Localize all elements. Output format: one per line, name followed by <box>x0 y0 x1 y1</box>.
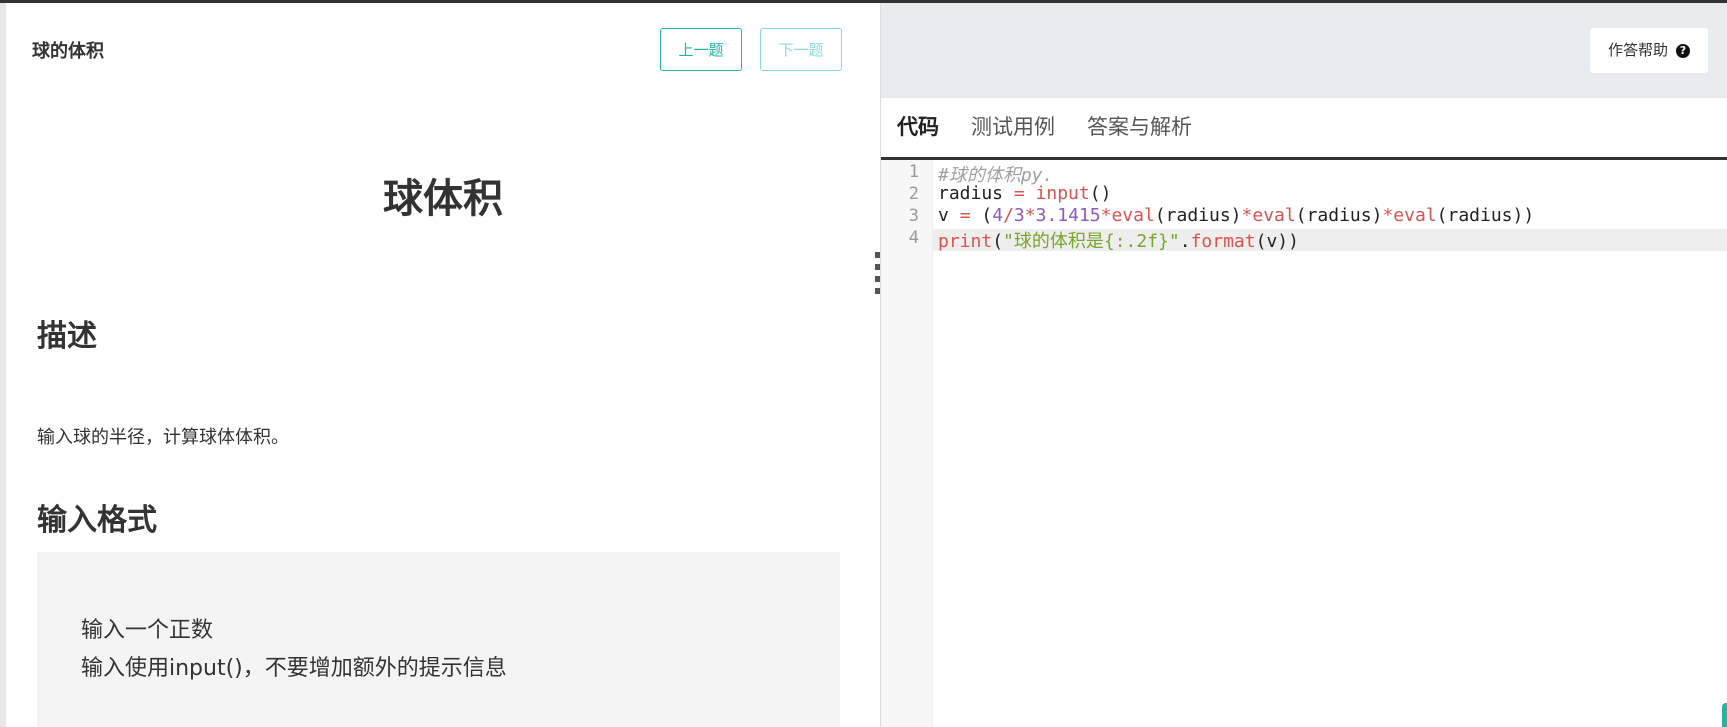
line-number: 1 <box>908 162 919 182</box>
input-format-box: 输入一个正数 输入使用input()，不要增加额外的提示信息 <box>37 552 840 727</box>
prev-question-button[interactable]: 上一题 <box>660 28 742 71</box>
line-number: 4 <box>908 228 919 248</box>
description-text: 输入球的半径，计算球体体积。 <box>37 427 289 448</box>
problem-heading: 球体积 <box>383 176 503 222</box>
problem-title: 球的体积 <box>32 41 104 62</box>
editor-toolbar: 作答帮助 ? <box>881 3 1727 98</box>
line-number: 2 <box>908 184 919 204</box>
input-format-line: 输入使用input()，不要增加额外的提示信息 <box>81 656 507 681</box>
tab-code-label: 代码 <box>897 115 939 139</box>
tab-test-cases[interactable]: 测试用例 <box>971 98 1055 157</box>
scrollbar-thumb[interactable] <box>1722 703 1727 727</box>
editor-panel: 作答帮助 ? 代码 测试用例 答案与解析 1 2 3 4 #球的体积py. ra… <box>880 3 1727 727</box>
next-question-button[interactable]: 下一题 <box>760 28 842 71</box>
tab-code[interactable]: 代码 <box>897 98 957 160</box>
line-number: 3 <box>908 206 919 226</box>
code-editor[interactable]: 1 2 3 4 #球的体积py. radius = input() v = (4… <box>881 160 1727 727</box>
description-heading: 描述 <box>37 319 97 354</box>
answer-help-button[interactable]: 作答帮助 ? <box>1589 28 1708 73</box>
code-line: print("球的体积是{:.2f}".format(v)) <box>938 231 1299 252</box>
code-line: radius = input() <box>938 183 1112 204</box>
input-format-heading: 输入格式 <box>37 503 157 538</box>
problem-panel: 球的体积 上一题 下一题 球体积 描述 输入球的半径，计算球体体积。 输入格式 … <box>0 3 880 727</box>
line-number-gutter: 1 2 3 4 <box>881 160 933 727</box>
input-format-line: 输入一个正数 <box>81 618 214 643</box>
answer-help-label: 作答帮助 <box>1607 41 1668 59</box>
editor-tabs: 代码 测试用例 答案与解析 <box>881 98 1727 160</box>
code-line: v = (4/3*3.1415*eval(radius)*eval(radius… <box>938 205 1535 226</box>
question-circle-icon: ? <box>1676 43 1690 58</box>
tab-answer-analysis[interactable]: 答案与解析 <box>1087 98 1192 157</box>
